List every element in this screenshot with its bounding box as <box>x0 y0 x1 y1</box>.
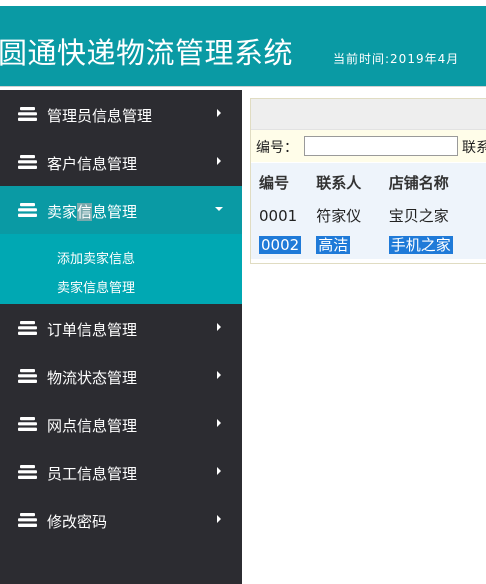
seller-submenu: 添加卖家信息 卖家信息管理 <box>0 234 242 304</box>
column-header-id[interactable]: 编号 <box>251 163 316 201</box>
sidebar-item-label: 员工信息管理 <box>47 465 138 483</box>
cell-shop: 宝贝之家 <box>388 207 449 225</box>
text-cursor-highlight: 信 <box>77 203 93 221</box>
column-header-contact[interactable]: 联系人 <box>316 163 389 201</box>
sidebar-item-label: 卖家信息管理 <box>47 201 137 222</box>
stack-icon <box>18 513 37 527</box>
sidebar-item-admin-info[interactable]: 管理员信息管理 <box>0 90 242 138</box>
sidebar-item-label: 订单信息管理 <box>47 321 138 339</box>
caret-right-icon <box>217 467 221 475</box>
selected-text: 手机之家 <box>388 236 453 254</box>
stack-icon <box>18 155 37 169</box>
submenu-item-add-seller[interactable]: 添加卖家信息 <box>57 248 135 267</box>
stack-icon <box>18 203 37 217</box>
cell-shop: 手机之家 <box>388 230 486 259</box>
sidebar-item-logistics-status[interactable]: 物流状态管理 <box>0 352 242 400</box>
sidebar-item-label: 修改密码 <box>47 513 108 531</box>
sidebar: 管理员信息管理 客户信息管理 卖家信息管理 添加卖家信息 卖家信息管理 订单信息… <box>0 90 242 584</box>
sidebar-item-label: 网点信息管理 <box>47 417 138 435</box>
current-time: 当前时间:2019年4月 <box>333 52 460 66</box>
caret-right-icon <box>217 515 221 523</box>
sidebar-item-seller-info[interactable]: 卖家信息管理 <box>0 186 242 234</box>
search-toolbar: 编号： 联系 <box>251 130 486 162</box>
stack-icon <box>18 417 37 431</box>
seller-list-panel: 编号： 联系 编号 联系人 店铺名称 0001 符家仪 宝贝之家 0002 高洁… <box>250 98 486 264</box>
caret-right-icon <box>217 371 221 379</box>
sidebar-item-label: 管理员信息管理 <box>47 107 153 125</box>
selected-text: 高洁 <box>316 236 351 254</box>
stack-icon <box>18 321 37 335</box>
caret-down-icon <box>215 207 223 211</box>
table-row[interactable]: 0002 高洁 手机之家 <box>251 230 486 259</box>
column-header-shop[interactable]: 店铺名称 <box>389 163 486 201</box>
app-title: 圆通快递物流管理系统 <box>0 36 294 70</box>
contact-label: 联系 <box>462 140 486 156</box>
cell-id: 0001 <box>259 206 298 225</box>
stack-icon <box>18 369 37 383</box>
panel-header <box>251 99 486 130</box>
submenu-item-seller-manage[interactable]: 卖家信息管理 <box>57 277 135 296</box>
sidebar-item-order-info[interactable]: 订单信息管理 <box>0 304 242 352</box>
id-search-input[interactable] <box>304 136 458 156</box>
cell-contact: 高洁 <box>316 230 389 259</box>
selected-text: 0002 <box>259 235 302 254</box>
label-part: 卖家 <box>47 203 78 221</box>
sidebar-item-customer-info[interactable]: 客户信息管理 <box>0 138 242 186</box>
id-label: 编号： <box>256 140 298 156</box>
seller-table: 编号 联系人 店铺名称 0001 符家仪 宝贝之家 0002 高洁 手机之家 <box>251 163 486 259</box>
sidebar-item-label: 物流状态管理 <box>47 369 138 387</box>
cell-contact: 符家仪 <box>316 207 362 225</box>
stack-icon <box>18 465 37 479</box>
caret-right-icon <box>217 323 221 331</box>
table-header-row: 编号 联系人 店铺名称 <box>251 163 486 201</box>
sidebar-item-label: 客户信息管理 <box>47 155 138 173</box>
app-header: 圆通快递物流管理系统 当前时间:2019年4月 <box>0 6 486 87</box>
sidebar-item-change-password[interactable]: 修改密码 <box>0 496 242 544</box>
caret-right-icon <box>217 157 221 165</box>
label-part: 息管理 <box>92 203 138 221</box>
caret-right-icon <box>217 419 221 427</box>
table-row[interactable]: 0001 符家仪 宝贝之家 <box>251 201 486 230</box>
sidebar-item-employee-info[interactable]: 员工信息管理 <box>0 448 242 496</box>
cell-id: 0002 <box>251 230 316 259</box>
sidebar-item-branch-info[interactable]: 网点信息管理 <box>0 400 242 448</box>
stack-icon <box>18 107 37 121</box>
caret-right-icon <box>217 109 221 117</box>
